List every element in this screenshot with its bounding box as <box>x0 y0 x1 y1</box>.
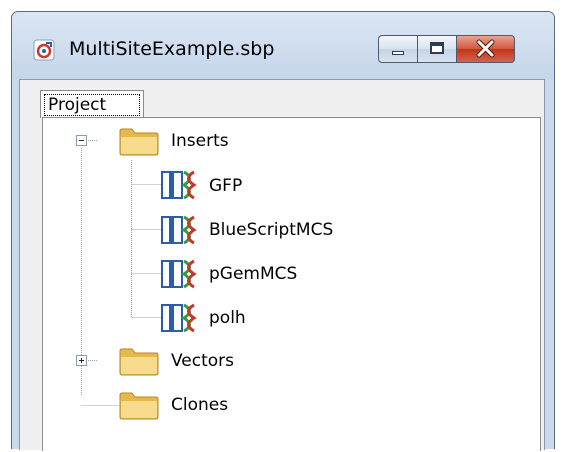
tree-connector-lines <box>81 140 161 406</box>
maximize-icon <box>430 42 444 54</box>
minimize-button[interactable] <box>378 35 418 63</box>
expand-icon[interactable] <box>76 355 87 366</box>
tab-focus-rect: Project <box>44 94 140 116</box>
tab-project[interactable]: Project <box>40 90 144 118</box>
tree-item-gfp[interactable]: GFP <box>209 175 242 197</box>
client-area: Project Inserts GFP BlueScriptMCS pGemMC… <box>19 79 545 451</box>
close-button[interactable] <box>456 35 515 63</box>
title-bar[interactable]: MultiSiteExample.sbp <box>12 12 554 79</box>
collapse-icon[interactable] <box>76 135 87 146</box>
dna-sequence-icon <box>161 170 197 200</box>
tab-project-label: Project <box>48 95 107 115</box>
tree-item-polh[interactable]: polh <box>209 307 246 329</box>
dna-sequence-icon <box>161 259 197 289</box>
close-x-icon <box>476 39 495 58</box>
tree-item-clones[interactable]: Clones <box>171 394 228 416</box>
window-title: MultiSiteExample.sbp <box>69 38 275 60</box>
dna-sequence-icon <box>161 303 197 333</box>
folder-icon <box>119 128 159 156</box>
tree-item-bluescriptmcs[interactable]: BlueScriptMCS <box>209 219 333 241</box>
dna-sequence-icon <box>161 215 197 245</box>
tree-item-pgemmcs[interactable]: pGemMCS <box>209 263 297 285</box>
app-window: MultiSiteExample.sbp Project Inserts GFP… <box>11 11 555 451</box>
app-icon <box>33 39 55 61</box>
folder-icon <box>119 348 159 376</box>
maximize-button[interactable] <box>417 35 457 63</box>
tree-item-inserts[interactable]: Inserts <box>171 130 229 152</box>
project-tree-panel: Inserts GFP BlueScriptMCS pGemMCS polh V… <box>42 117 541 451</box>
minimize-icon <box>392 51 404 55</box>
folder-icon <box>119 392 159 420</box>
tree-item-vectors[interactable]: Vectors <box>171 350 234 372</box>
